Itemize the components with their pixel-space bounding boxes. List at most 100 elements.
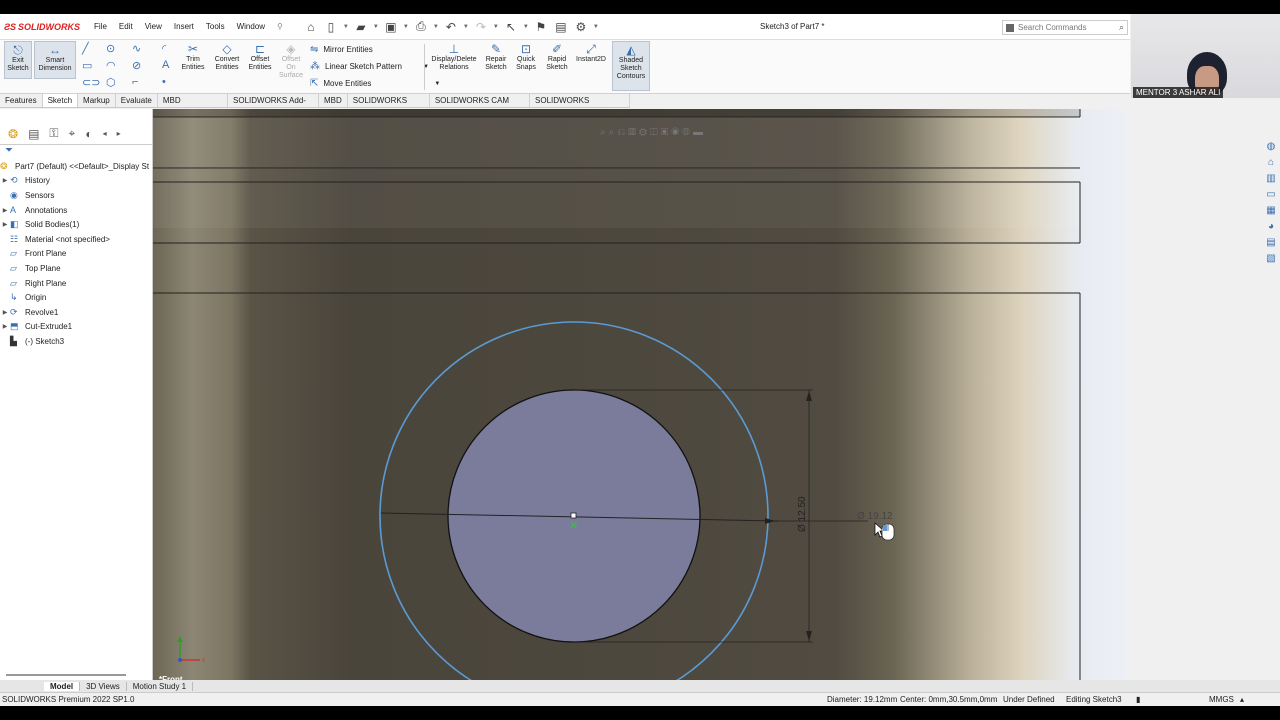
line-icon[interactable]: ╱ (82, 42, 89, 55)
edit-appearance-icon[interactable]: ◍ (682, 127, 693, 138)
dimxpert-tab-icon[interactable]: ⌖ (69, 126, 76, 141)
tab-solidworks-add-ins[interactable]: SOLIDWORKS Add-Ins (228, 94, 320, 119)
menu-tools[interactable]: Tools (200, 22, 231, 31)
tab-model[interactable]: Model (44, 681, 81, 691)
expand-arrow-icon[interactable]: ▶ (0, 309, 10, 316)
tree-item-history[interactable]: ▶ ⟲ History (0, 174, 152, 189)
diameter-dimension-preview[interactable]: Ø 19.12 (857, 511, 893, 522)
rebuild-indicator-icon[interactable]: ▮ (1136, 695, 1140, 704)
section-view-icon[interactable]: ▦ (628, 127, 639, 138)
move-entities-button[interactable]: ⇱ Move Entities ▼ (310, 78, 440, 89)
mirror-entities-button[interactable]: ⇋ Mirror Entities (310, 44, 373, 55)
expand-arrow-icon[interactable]: ▶ (0, 221, 10, 228)
quick-snaps-button[interactable]: ⊡ Quick Snaps (513, 41, 539, 72)
rapid-sketch-button[interactable]: ✐ Rapid Sketch (543, 41, 571, 72)
filter-icon[interactable]: ⏷ (0, 145, 152, 159)
design-library-icon[interactable]: ▥ (1262, 173, 1280, 188)
fillet-corner-icon[interactable]: ⌐ (132, 76, 138, 88)
undo-icon[interactable]: ↶ (443, 20, 459, 34)
home-icon[interactable]: ⌂ (1262, 157, 1280, 172)
tab-evaluate[interactable]: Evaluate (116, 94, 158, 107)
instant2d-button[interactable]: ⤢ Instant2D (574, 41, 608, 64)
chevron-down-icon[interactable]: ▼ (493, 24, 499, 30)
point-icon[interactable]: • (162, 76, 166, 88)
zoom-area-icon[interactable]: ⌕ (609, 127, 618, 138)
tree-item-front-plane[interactable]: ▱ Front Plane (0, 247, 152, 262)
repair-sketch-button[interactable]: ✎ Repair Sketch (482, 41, 510, 72)
print-icon[interactable]: ⎙ (413, 19, 429, 34)
offset-on-surface-button[interactable]: ◈ Offset On Surface (277, 41, 305, 80)
tree-item-revolve1[interactable]: ▶ ⟳ Revolve1 (0, 305, 152, 320)
feature-manager-tab-icon[interactable]: ❂ (8, 127, 18, 141)
display-delete-relations-button[interactable]: ⊥ Display/Delete Relations (428, 41, 480, 72)
open-folder-icon[interactable]: ▰ (353, 20, 369, 34)
property-manager-tab-icon[interactable]: ▤ (28, 127, 39, 141)
chevron-down-icon[interactable]: ▼ (434, 81, 440, 87)
chevron-down-icon[interactable]: ▼ (403, 24, 409, 30)
solidworks-resources-icon[interactable]: ◍ (1262, 141, 1280, 156)
tab-solidworks-cam-tbm[interactable]: SOLIDWORKS CAM TBM (430, 94, 531, 119)
tab-mbd[interactable]: MBD (319, 94, 348, 107)
chevron-down-icon[interactable]: ▼ (373, 24, 379, 30)
tab-3d-views[interactable]: 3D Views (80, 681, 127, 691)
expand-arrow-icon[interactable]: ▶ (0, 323, 10, 330)
tab-solidworks-cam[interactable]: SOLIDWORKS CAM (348, 94, 430, 119)
tab-solidworks-inspection[interactable]: SOLIDWORKS Inspection (530, 94, 630, 119)
options-gear-icon[interactable]: ⚙ (573, 20, 589, 34)
save-icon[interactable]: ▣ (383, 20, 399, 34)
chevron-down-icon[interactable]: ▼ (433, 24, 439, 30)
tab-mbd-dimensions[interactable]: MBD Dimensions (158, 94, 229, 119)
chevron-right-icon[interactable]: ▸ (117, 129, 121, 138)
ellipse-icon[interactable]: ⊘ (132, 59, 141, 72)
tab-motion-study-1[interactable]: Motion Study 1 (127, 681, 194, 691)
vertical-dimension-label[interactable]: Ø 12.50 (797, 496, 808, 532)
horizontal-scrollbar[interactable] (6, 674, 126, 676)
tree-root-part[interactable]: ❂ Part7 (Default) <<Default>_Display St (0, 159, 152, 174)
pin-icon[interactable]: ⚲ (271, 22, 289, 31)
tree-item-right-plane[interactable]: ▱ Right Plane (0, 276, 152, 291)
chevron-left-icon[interactable]: ◂ (103, 129, 107, 138)
dynamic-annotation-icon[interactable]: ⚙ (639, 127, 650, 138)
hide-show-items-icon[interactable]: ◉ (671, 127, 682, 138)
search-commands-input[interactable]: Search Commands ⌕ (1002, 20, 1128, 35)
custom-properties-icon[interactable]: ▤ (1262, 237, 1280, 252)
graphics-viewport[interactable]: Ø 12.50 Ø 19.12 ✕ x *Front *Front (153, 109, 1128, 684)
display-style-icon[interactable]: ▣ (661, 127, 672, 138)
zoom-to-fit-icon[interactable]: ⌕ (600, 127, 609, 138)
apply-scene-icon[interactable]: ▬ (693, 127, 706, 138)
expand-arrow-icon[interactable]: ▶ (0, 177, 10, 184)
appearances-icon[interactable]: ◕ (1262, 221, 1280, 236)
linear-sketch-pattern-button[interactable]: ⁂ Linear Sketch Pattern ▼ (310, 61, 429, 72)
tab-sketch[interactable]: Sketch (42, 94, 79, 107)
convert-entities-button[interactable]: ◇ Convert Entities (211, 41, 243, 72)
tree-item-top-plane[interactable]: ▱ Top Plane (0, 261, 152, 276)
view-palette-icon[interactable]: ▦ (1262, 205, 1280, 220)
tree-item-solid-bodies[interactable]: ▶ ◧ Solid Bodies(1) (0, 217, 152, 232)
chevron-down-icon[interactable]: ▼ (343, 24, 349, 30)
slot-icon[interactable]: ⊂⊃ (82, 76, 100, 89)
tab-features[interactable]: Features (0, 94, 43, 107)
file-properties-icon[interactable]: ▤ (553, 20, 569, 34)
home-icon[interactable]: ⌂ (303, 20, 319, 34)
redo-icon[interactable]: ↷ (473, 20, 489, 34)
tree-item-material[interactable]: ☷ Material <not specified> (0, 232, 152, 247)
previous-view-icon[interactable]: ⎌ (617, 127, 628, 138)
smart-dimension-button[interactable]: ↔ Smart Dimension (34, 41, 76, 79)
configuration-manager-tab-icon[interactable]: ⚿ (49, 126, 58, 141)
exit-sketch-button[interactable]: ⎋ Exit Sketch (4, 41, 32, 79)
tree-item-origin[interactable]: ↳ Origin (0, 290, 152, 305)
tree-item-cut-extrude1[interactable]: ▶ ⬒ Cut-Extrude1 (0, 320, 152, 335)
display-manager-tab-icon[interactable]: ◐ (85, 127, 92, 141)
chevron-down-icon[interactable]: ▼ (463, 24, 469, 30)
text-icon[interactable]: A (162, 59, 169, 71)
rebuild-icon[interactable]: ⚑ (533, 20, 549, 34)
chevron-down-icon[interactable]: ▼ (523, 24, 529, 30)
chevron-up-icon[interactable]: ▴ (1240, 695, 1244, 704)
new-document-icon[interactable]: ▯ (323, 20, 339, 34)
view-orientation-icon[interactable]: ◫ (650, 127, 661, 138)
tree-item-sensors[interactable]: ◉ Sensors (0, 188, 152, 203)
sketch-fillet-icon[interactable]: ◜ (162, 42, 166, 55)
menu-view[interactable]: View (139, 22, 168, 31)
menu-file[interactable]: File (88, 22, 113, 31)
forum-icon[interactable]: ▧ (1262, 253, 1280, 268)
